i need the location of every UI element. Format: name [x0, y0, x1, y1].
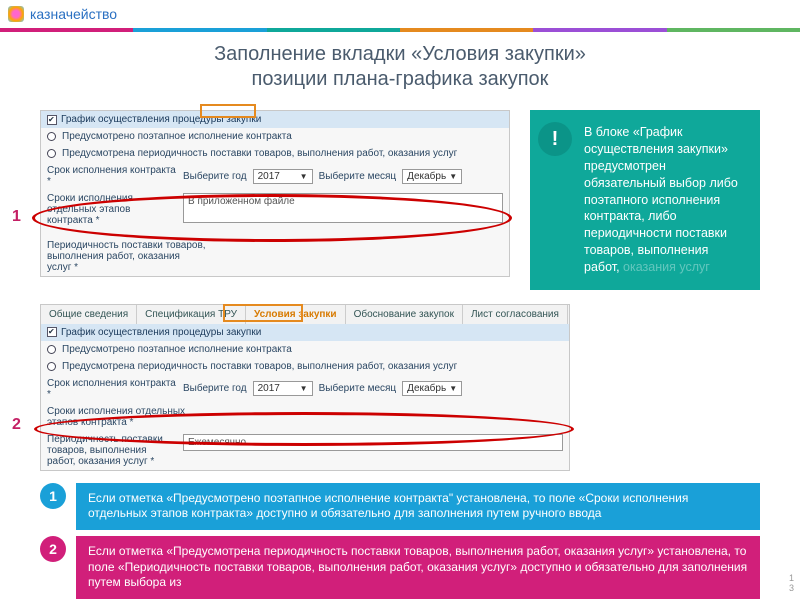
year-label: Выберите год [183, 171, 247, 182]
shot1-opt1: Предусмотрено поэтапное исполнение контр… [62, 131, 292, 142]
note-1: 1 Если отметка «Предусмотрено поэтапное … [40, 483, 760, 530]
shot2-opt2: Предусмотрена периодичность поставки тов… [62, 361, 457, 372]
year-select[interactable]: 2017 ▼ [253, 169, 313, 184]
month-select[interactable]: Декабрь▼ [402, 169, 462, 184]
brand-logo-icon [8, 6, 24, 22]
month-label2: Выберите месяц [319, 383, 397, 394]
chevron-down-icon: ▼ [300, 172, 308, 181]
radio-icon [47, 362, 56, 371]
chevron-down-icon: ▼ [449, 384, 457, 393]
year-select2[interactable]: 2017 ▼ [253, 381, 313, 396]
orange-highlight [200, 104, 256, 118]
slide-title: Заполнение вкладки «Условия закупки» поз… [0, 42, 800, 92]
note-2-text: Если отметка «Предусмотрена периодичност… [76, 536, 760, 599]
note-1-text: Если отметка «Предусмотрено поэтапное ис… [76, 483, 760, 530]
tab-general[interactable]: Общие сведения [41, 305, 137, 324]
year-label2: Выберите год [183, 383, 247, 394]
slide-number: 1 3 [789, 574, 794, 594]
period-label: Периодичность поставки товаров, выполнен… [47, 240, 207, 273]
shot1-header: График осуществления процедуры закупки [41, 111, 509, 128]
screenshot-2: Общие сведения Спецификация ТРУ Условия … [40, 304, 570, 471]
shot2-header-text: График осуществления процедуры закупки [61, 327, 261, 338]
info-panel: ! В блоке «График осуществления закупки»… [530, 110, 760, 290]
note-1-number: 1 [40, 483, 66, 509]
shot2-header: График осуществления процедуры закупки [41, 324, 569, 341]
title-line1: Заполнение вкладки «Условия закупки» [0, 42, 800, 67]
month-value: Декабрь [407, 171, 446, 182]
month-label: Выберите месяц [319, 171, 397, 182]
term-label: Срок исполнения контракта * [47, 165, 177, 187]
marker-2: 2 [12, 416, 21, 434]
screenshot-1: График осуществления процедуры закупки П… [40, 110, 510, 290]
shot1-opt2: Предусмотрена периодичность поставки тов… [62, 148, 457, 159]
info-text: В блоке «График осуществления закупки» п… [584, 125, 738, 274]
title-line2: позиции плана-графика закупок [0, 67, 800, 92]
radio-icon [47, 345, 56, 354]
info-text-fade: оказания услуг [623, 260, 710, 274]
orange-highlight-tab [223, 304, 303, 322]
term-label2: Срок исполнения контракта * [47, 378, 177, 400]
year-value2: 2017 [258, 383, 280, 394]
chevron-down-icon: ▼ [300, 384, 308, 393]
exclamation-icon: ! [538, 122, 572, 156]
radio-icon [47, 149, 56, 158]
marker-1: 1 [12, 208, 21, 226]
note-2: 2 Если отметка «Предусмотрена периодично… [40, 536, 760, 599]
color-stripes [0, 28, 800, 32]
month-value2: Декабрь [407, 383, 446, 394]
tab-justification[interactable]: Обоснование закупок [346, 305, 463, 324]
slide-number-b: 3 [789, 584, 794, 594]
red-oval-2 [34, 412, 574, 446]
radio-icon [47, 132, 56, 141]
brand-text: казначейство [30, 6, 117, 22]
topbar: казначейство [0, 0, 800, 28]
checkbox-icon [47, 327, 57, 337]
note-2-number: 2 [40, 536, 66, 562]
tab-approval[interactable]: Лист согласования [463, 305, 568, 324]
content: График осуществления процедуры закупки П… [0, 110, 800, 599]
chevron-down-icon: ▼ [449, 172, 457, 181]
checkbox-icon [47, 115, 57, 125]
year-value: 2017 [258, 171, 280, 182]
month-select2[interactable]: Декабрь▼ [402, 381, 462, 396]
tabs: Общие сведения Спецификация ТРУ Условия … [41, 305, 569, 324]
shot2-opt1: Предусмотрено поэтапное исполнение контр… [62, 344, 292, 355]
red-oval-1 [32, 194, 512, 242]
